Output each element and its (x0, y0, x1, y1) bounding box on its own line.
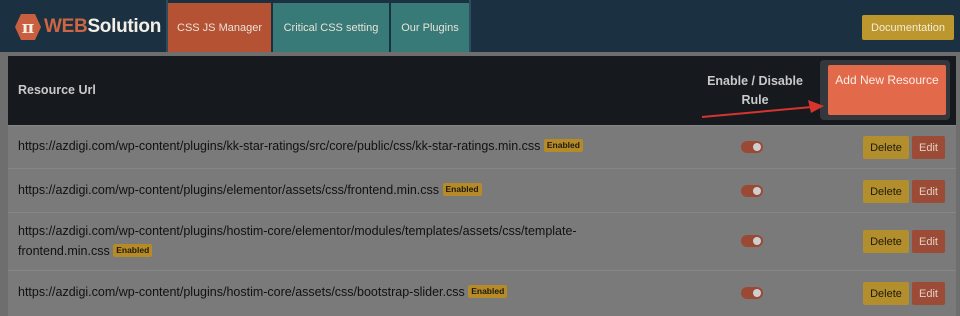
delete-button[interactable]: Delete (863, 136, 909, 159)
annotation-arrow-icon (701, 100, 824, 118)
enable-toggle[interactable] (741, 141, 763, 153)
status-badge: Enabled (442, 183, 482, 196)
tab-label: Our Plugins (401, 21, 459, 34)
edit-button[interactable]: Edit (912, 136, 945, 159)
tab-css-js-manager[interactable]: CSS JS Manager (168, 3, 271, 52)
status-badge: Enabled (543, 139, 583, 152)
table-row: https://azdigi.com/wp-content/plugins/kk… (8, 125, 956, 168)
enable-toggle[interactable] (741, 287, 763, 299)
table-row: https://azdigi.com/wp-content/plugins/el… (8, 168, 956, 212)
pi-logo-icon: π (15, 14, 41, 40)
status-badge: Enabled (468, 285, 508, 298)
resource-url: https://azdigi.com/wp-content/plugins/el… (18, 180, 482, 200)
tab-our-plugins[interactable]: Our Plugins (391, 3, 469, 52)
tab-label: CSS JS Manager (177, 21, 262, 34)
nav-divider (469, 0, 471, 52)
delete-button[interactable]: Delete (863, 230, 909, 253)
documentation-button[interactable]: Documentation (862, 15, 954, 40)
edit-button[interactable]: Edit (912, 230, 945, 253)
brand-logo[interactable]: π WEBSolution (14, 11, 161, 43)
resource-table: Resource Url Enable / Disable Rule Add N… (8, 56, 956, 316)
delete-button[interactable]: Delete (863, 180, 909, 203)
resource-url: https://azdigi.com/wp-content/plugins/kk… (18, 136, 583, 156)
status-badge: Enabled (113, 244, 153, 257)
table-row: https://azdigi.com/wp-content/plugins/ho… (8, 270, 956, 316)
brand-name: WEBSolution (44, 16, 162, 37)
top-navigation-bar: π WEBSolution CSS JS Manager Critical CS… (0, 0, 960, 52)
svg-text:π: π (22, 18, 34, 38)
resource-url: https://azdigi.com/wp-content/plugins/ho… (18, 282, 508, 302)
edit-button[interactable]: Edit (912, 180, 945, 203)
tab-label: Critical CSS setting (283, 21, 379, 34)
add-new-resource-button[interactable]: Add New Resource (828, 65, 946, 115)
enable-toggle[interactable] (741, 235, 763, 247)
tab-critical-css-setting[interactable]: Critical CSS setting (273, 3, 389, 52)
edit-button[interactable]: Edit (912, 282, 945, 305)
delete-button[interactable]: Delete (863, 282, 909, 305)
resource-url: https://azdigi.com/wp-content/plugins/ho… (18, 224, 577, 258)
column-header-resource-url: Resource Url (18, 83, 96, 97)
table-row: https://azdigi.com/wp-content/plugins/ho… (8, 212, 956, 270)
enable-toggle[interactable] (741, 185, 763, 197)
